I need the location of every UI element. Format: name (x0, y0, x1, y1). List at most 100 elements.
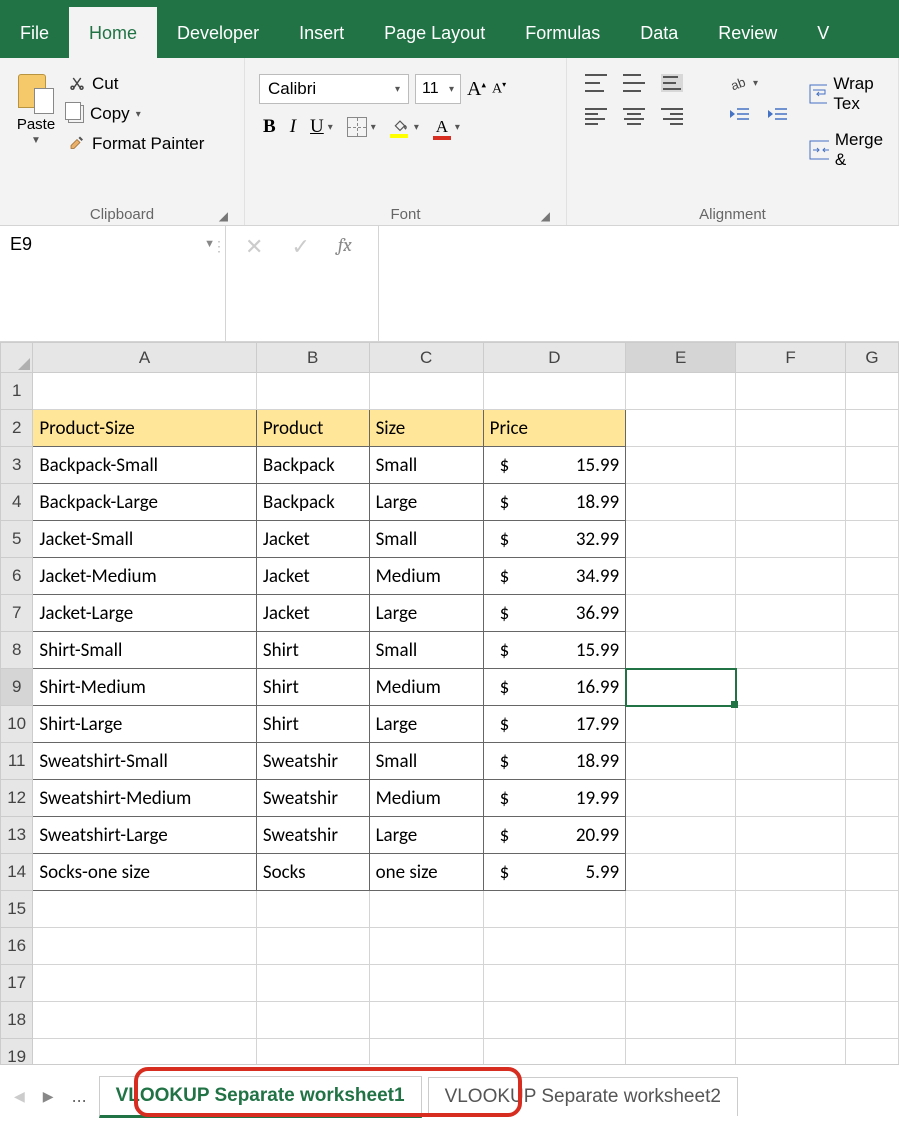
tab-file[interactable]: File (0, 7, 69, 58)
cell-E19[interactable] (626, 1039, 736, 1065)
cell-A5[interactable]: Jacket-Small (33, 521, 257, 558)
cell-D19[interactable] (483, 1039, 625, 1065)
chevron-down-icon[interactable]: ▾ (395, 84, 400, 95)
tab-overflow[interactable]: ... (66, 1086, 93, 1107)
cell-F2[interactable] (736, 410, 846, 447)
orientation-button[interactable]: ab▾ (729, 74, 758, 92)
cell-F10[interactable] (736, 706, 846, 743)
cell-E3[interactable] (626, 447, 736, 484)
col-header-E[interactable]: E (626, 343, 736, 373)
cell-C15[interactable] (369, 891, 483, 928)
cell-E7[interactable] (626, 595, 736, 632)
cell-G10[interactable] (846, 706, 899, 743)
cell-E15[interactable] (626, 891, 736, 928)
col-header-A[interactable]: A (33, 343, 257, 373)
cell-A19[interactable] (33, 1039, 257, 1065)
worksheet-grid[interactable]: ABCDEFG12Product-SizeProductSizePrice3Ba… (0, 342, 899, 1064)
cell-F18[interactable] (736, 1002, 846, 1039)
align-middle-icon[interactable] (623, 74, 645, 92)
decrease-indent-icon[interactable] (729, 106, 751, 127)
cell-C14[interactable]: one size (369, 854, 483, 891)
cell-C8[interactable]: Small (369, 632, 483, 669)
cell-G11[interactable] (846, 743, 899, 780)
cell-G6[interactable] (846, 558, 899, 595)
cell-G15[interactable] (846, 891, 899, 928)
cell-E6[interactable] (626, 558, 736, 595)
cell-B5[interactable]: Jacket (256, 521, 369, 558)
col-header-F[interactable]: F (736, 343, 846, 373)
cell-F11[interactable] (736, 743, 846, 780)
cell-G8[interactable] (846, 632, 899, 669)
cell-A18[interactable] (33, 1002, 257, 1039)
cell-B7[interactable]: Jacket (256, 595, 369, 632)
chevron-down-icon[interactable]: ▾ (371, 122, 376, 133)
chevron-down-icon[interactable]: ▾ (449, 84, 454, 95)
tab-data[interactable]: Data (620, 7, 698, 58)
align-bottom-icon[interactable] (661, 74, 683, 92)
cell-C1[interactable] (369, 373, 483, 410)
cell-D17[interactable] (483, 965, 625, 1002)
cell-B9[interactable]: Shirt (256, 669, 369, 706)
col-header-B[interactable]: B (256, 343, 369, 373)
cell-C4[interactable]: Large (369, 484, 483, 521)
cell-F12[interactable] (736, 780, 846, 817)
cell-F14[interactable] (736, 854, 846, 891)
cancel-formula-icon[interactable]: ✕ (245, 234, 263, 260)
col-header-G[interactable]: G (846, 343, 899, 373)
font-name-combo[interactable]: Calibri ▾ (259, 74, 409, 104)
row-header-17[interactable]: 17 (1, 965, 33, 1002)
cell-G17[interactable] (846, 965, 899, 1002)
cell-G7[interactable] (846, 595, 899, 632)
row-header-9[interactable]: 9 (1, 669, 33, 706)
cell-F5[interactable] (736, 521, 846, 558)
cell-D1[interactable] (483, 373, 625, 410)
cell-A6[interactable]: Jacket-Medium (33, 558, 257, 595)
chevron-down-icon[interactable]: ▼ (31, 135, 41, 146)
cell-E13[interactable] (626, 817, 736, 854)
cell-D12[interactable]: $19.99 (483, 780, 625, 817)
format-painter-button[interactable]: Format Painter (68, 134, 204, 154)
row-header-10[interactable]: 10 (1, 706, 33, 743)
cell-B3[interactable]: Backpack (256, 447, 369, 484)
font-size-combo[interactable]: 11 ▾ (415, 74, 461, 104)
cell-C2[interactable]: Size (369, 410, 483, 447)
cell-D11[interactable]: $18.99 (483, 743, 625, 780)
cell-F13[interactable] (736, 817, 846, 854)
cell-D4[interactable]: $18.99 (483, 484, 625, 521)
row-header-5[interactable]: 5 (1, 521, 33, 558)
cell-D14[interactable]: $5.99 (483, 854, 625, 891)
cell-A4[interactable]: Backpack-Large (33, 484, 257, 521)
enter-formula-icon[interactable]: ✓ (291, 234, 309, 260)
cell-C13[interactable]: Large (369, 817, 483, 854)
cell-E2[interactable] (626, 410, 736, 447)
cell-F19[interactable] (736, 1039, 846, 1065)
decrease-font-icon[interactable]: A▾ (492, 80, 506, 98)
bold-button[interactable]: B (263, 116, 276, 138)
cell-C16[interactable] (369, 928, 483, 965)
chevron-down-icon[interactable]: ▾ (455, 122, 460, 133)
chevron-down-icon[interactable]: ▾ (328, 122, 333, 133)
cell-B13[interactable]: Sweatshir (256, 817, 369, 854)
cell-F3[interactable] (736, 447, 846, 484)
cell-A10[interactable]: Shirt-Large (33, 706, 257, 743)
cell-F7[interactable] (736, 595, 846, 632)
cell-G14[interactable] (846, 854, 899, 891)
cell-F17[interactable] (736, 965, 846, 1002)
tab-nav-next[interactable]: ▶ (37, 1084, 60, 1109)
cell-G4[interactable] (846, 484, 899, 521)
cell-B16[interactable] (256, 928, 369, 965)
tab-home[interactable]: Home (69, 7, 157, 58)
cell-E18[interactable] (626, 1002, 736, 1039)
merge-center-button[interactable]: Merge & (809, 130, 888, 170)
row-header-2[interactable]: 2 (1, 410, 33, 447)
cell-F8[interactable] (736, 632, 846, 669)
tab-view-partial[interactable]: V (797, 7, 849, 58)
row-header-12[interactable]: 12 (1, 780, 33, 817)
col-header-D[interactable]: D (483, 343, 625, 373)
cell-F6[interactable] (736, 558, 846, 595)
cell-A14[interactable]: Socks-one size (33, 854, 257, 891)
cell-B2[interactable]: Product (256, 410, 369, 447)
select-all-corner[interactable] (1, 343, 33, 373)
cell-C3[interactable]: Small (369, 447, 483, 484)
tab-insert[interactable]: Insert (279, 7, 364, 58)
